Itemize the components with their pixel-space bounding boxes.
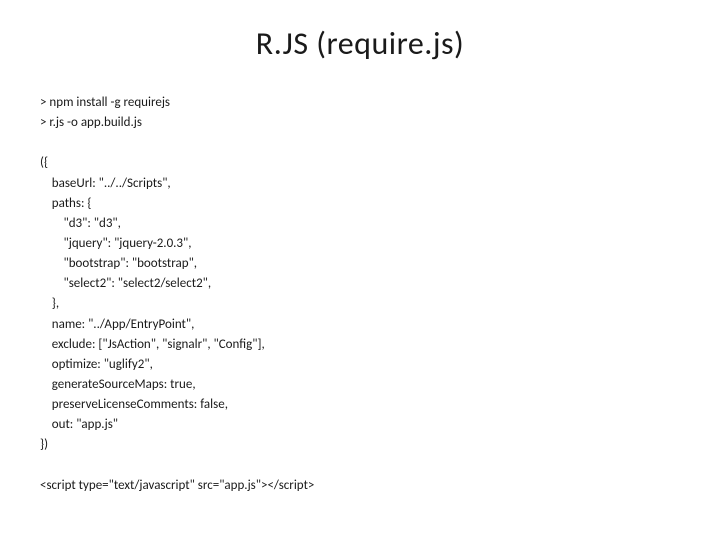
code-block: > npm install -g requirejs > r.js -o app… xyxy=(40,93,680,496)
slide: R.JS (require.js) > npm install -g requi… xyxy=(0,0,720,540)
slide-title: R.JS (require.js) xyxy=(40,24,680,63)
